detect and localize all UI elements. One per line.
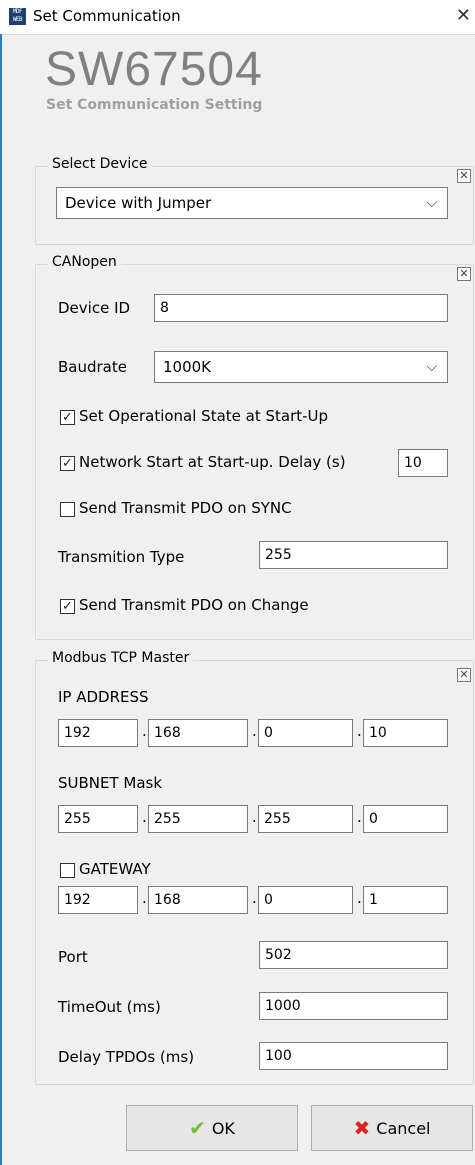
subnet-octet-1[interactable]: 255 xyxy=(58,805,138,833)
chevron-down-icon: ⌵ xyxy=(426,359,437,375)
collapse-canopen-icon[interactable]: ✕ xyxy=(457,267,471,281)
canopen-group: CANopen ✕ Device ID 8 Baudrate 1000K ⌵ ✓… xyxy=(35,254,474,640)
dot-separator: . xyxy=(357,722,362,740)
baudrate-label: Baudrate xyxy=(58,358,127,376)
modbus-legend: Modbus TCP Master xyxy=(48,650,194,666)
collapse-modbus-icon[interactable]: ✕ xyxy=(457,668,471,682)
port-label: Port xyxy=(58,948,88,966)
dot-separator: . xyxy=(252,889,257,907)
window-title: Set Communication xyxy=(33,7,181,25)
window-border xyxy=(0,34,2,1165)
device-id-input[interactable]: 8 xyxy=(154,294,448,322)
transmition-type-input[interactable]: 255 xyxy=(259,541,448,569)
dot-separator: . xyxy=(142,722,147,740)
device-id-label: Device ID xyxy=(58,299,131,317)
transmition-type-label: Transmition Type xyxy=(58,548,185,566)
device-select[interactable]: Device with Jumper ⌵ xyxy=(56,187,448,219)
ip-octet-2[interactable]: 168 xyxy=(148,719,248,747)
network-start-checkbox[interactable]: ✓ xyxy=(60,456,75,471)
gateway-label: GATEWAY xyxy=(79,860,151,878)
subnet-octet-4[interactable]: 0 xyxy=(363,805,448,833)
chevron-down-icon: ⌵ xyxy=(426,195,437,211)
delay-tpdos-input[interactable]: 100 xyxy=(259,1042,448,1070)
modbus-group: Modbus TCP Master ✕ IP ADDRESS 192 . 168… xyxy=(35,650,474,1085)
set-operational-label: Set Operational State at Start-Up xyxy=(79,407,329,425)
send-tpdo-sync-label: Send Transmit PDO on SYNC xyxy=(79,499,292,517)
cancel-button[interactable]: ✖ Cancel xyxy=(311,1105,473,1151)
set-operational-checkbox[interactable]: ✓ xyxy=(60,410,75,425)
baudrate-value: 1000K xyxy=(163,358,212,376)
page-subtitle: Set Communication Setting xyxy=(46,97,263,113)
ip-octet-4[interactable]: 10 xyxy=(363,719,448,747)
cancel-button-label: Cancel xyxy=(376,1118,431,1138)
port-input[interactable]: 502 xyxy=(259,941,448,969)
dot-separator: . xyxy=(252,808,257,826)
dot-separator: . xyxy=(142,808,147,826)
subnet-octet-3[interactable]: 255 xyxy=(258,805,353,833)
green-check-icon: ✔ xyxy=(189,1116,206,1140)
ok-button[interactable]: ✔ OK xyxy=(126,1105,298,1151)
close-icon[interactable]: ✕ xyxy=(456,5,471,26)
select-device-group: Select Device ✕ Device with Jumper ⌵ xyxy=(35,156,474,245)
subnet-octet-2[interactable]: 255 xyxy=(148,805,248,833)
gateway-checkbox[interactable] xyxy=(60,863,75,878)
ip-octet-3[interactable]: 0 xyxy=(258,719,353,747)
dot-separator: . xyxy=(357,808,362,826)
gateway-octet-2[interactable]: 168 xyxy=(148,886,248,914)
network-start-delay-input[interactable]: 10 xyxy=(398,449,448,477)
collapse-select-device-icon[interactable]: ✕ xyxy=(457,169,471,183)
dot-separator: . xyxy=(252,722,257,740)
delay-tpdos-label: Delay TPDOs (ms) xyxy=(58,1048,195,1066)
send-tpdo-change-checkbox[interactable]: ✓ xyxy=(60,599,75,614)
subnet-label: SUBNET Mask xyxy=(58,774,163,792)
ok-button-label: OK xyxy=(211,1118,235,1138)
app-icon: MDF WEB xyxy=(9,8,26,25)
timeout-input[interactable]: 1000 xyxy=(259,992,448,1020)
gateway-octet-1[interactable]: 192 xyxy=(58,886,138,914)
dot-separator: . xyxy=(357,889,362,907)
send-tpdo-sync-checkbox[interactable] xyxy=(60,502,75,517)
canopen-legend: CANopen xyxy=(48,254,121,270)
ip-octet-1[interactable]: 192 xyxy=(58,719,138,747)
gateway-octet-4[interactable]: 1 xyxy=(363,886,448,914)
window-titlebar: MDF WEB Set Communication ✕ xyxy=(0,0,475,35)
baudrate-select[interactable]: 1000K ⌵ xyxy=(154,351,448,383)
send-tpdo-change-label: Send Transmit PDO on Change xyxy=(79,596,309,614)
select-device-legend: Select Device xyxy=(48,156,152,172)
product-code: SW67504 xyxy=(45,43,263,96)
network-start-label: Network Start at Start-up. Delay (s) xyxy=(79,453,346,471)
ip-address-label: IP ADDRESS xyxy=(58,688,149,706)
red-x-icon: ✖ xyxy=(353,1116,371,1140)
timeout-label: TimeOut (ms) xyxy=(58,998,161,1016)
gateway-octet-3[interactable]: 0 xyxy=(258,886,353,914)
dot-separator: . xyxy=(142,889,147,907)
device-select-value: Device with Jumper xyxy=(65,194,212,212)
